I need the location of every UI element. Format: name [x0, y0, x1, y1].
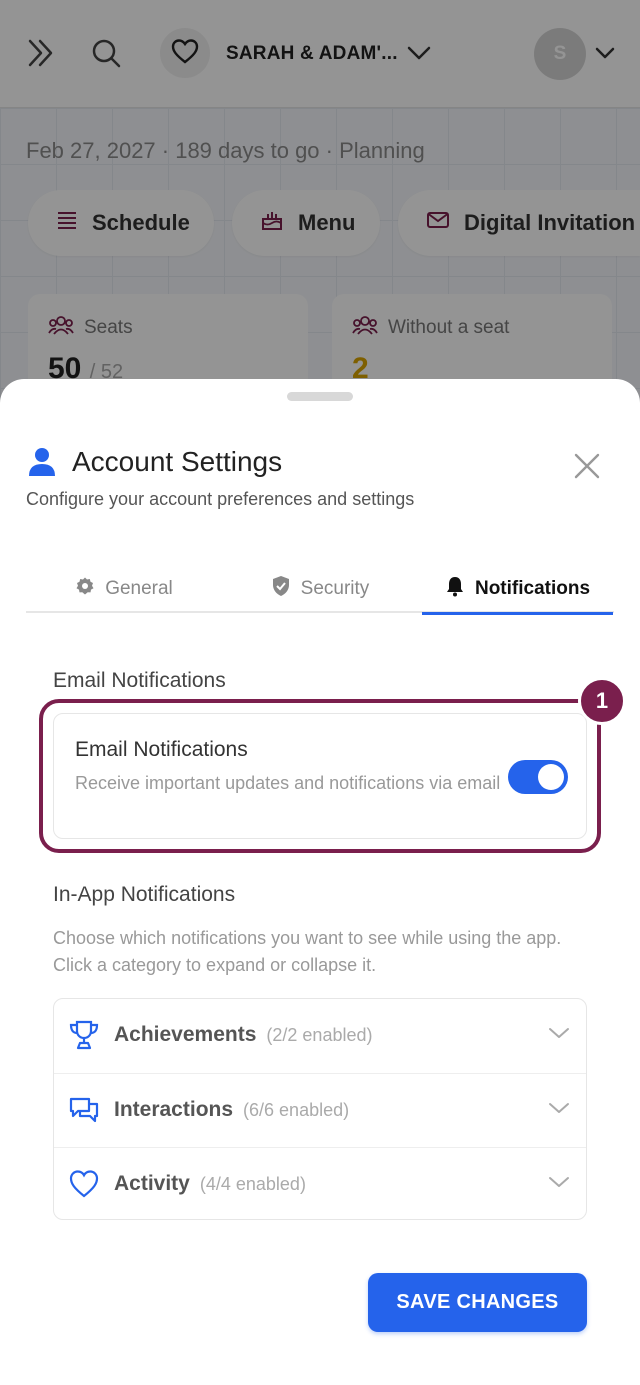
settings-tabs: General Security Notifications: [26, 565, 614, 615]
highlight-frame: [39, 699, 601, 853]
tab-general[interactable]: General: [26, 565, 222, 613]
save-changes-button[interactable]: SAVE CHANGES: [368, 1273, 587, 1332]
tab-label: General: [105, 578, 173, 599]
step-badge: 1: [578, 677, 626, 725]
tab-security[interactable]: Security: [222, 565, 418, 613]
tab-label: Security: [300, 578, 370, 599]
email-section-heading: Email Notifications: [53, 669, 226, 692]
inapp-section-heading: In-App Notifications: [53, 883, 236, 906]
inapp-section-description: Choose which notifications you want to s…: [53, 928, 562, 975]
category-name: Achievements: [114, 1023, 257, 1046]
chat-icon: [68, 1094, 100, 1126]
person-icon: [28, 447, 56, 482]
category-count: (4/4 enabled): [199, 1174, 306, 1194]
sheet-title: Account Settings: [72, 446, 283, 477]
close-icon: [574, 453, 600, 484]
category-interactions[interactable]: Interactions (6/6 enabled): [54, 1073, 586, 1147]
heart-icon: [68, 1168, 100, 1200]
shield-icon: [271, 575, 291, 603]
close-button[interactable]: [568, 449, 606, 487]
drag-handle[interactable]: [287, 392, 353, 401]
bell-icon: [445, 575, 465, 603]
chevron-down-icon: [548, 1100, 570, 1121]
category-count: (6/6 enabled): [243, 1100, 350, 1120]
account-settings-sheet: Account Settings Configure your account …: [0, 379, 640, 1385]
tab-label: Notifications: [474, 578, 591, 599]
category-activity[interactable]: Activity (4/4 enabled): [54, 1147, 586, 1221]
chevron-down-icon: [548, 1025, 570, 1046]
category-achievements[interactable]: Achievements (2/2 enabled): [54, 999, 586, 1073]
gear-icon: [75, 576, 95, 602]
notification-category-list: Achievements (2/2 enabled) Interactions (6…: [53, 998, 587, 1220]
category-count: (2/2 enabled): [266, 1025, 373, 1045]
category-name: Activity: [114, 1172, 190, 1195]
trophy-icon: [68, 1019, 100, 1051]
category-name: Interactions: [114, 1098, 234, 1121]
chevron-down-icon: [548, 1174, 570, 1195]
tab-notifications[interactable]: Notifications: [422, 565, 613, 615]
sheet-subtitle: Configure your account preferences and s…: [26, 489, 415, 509]
